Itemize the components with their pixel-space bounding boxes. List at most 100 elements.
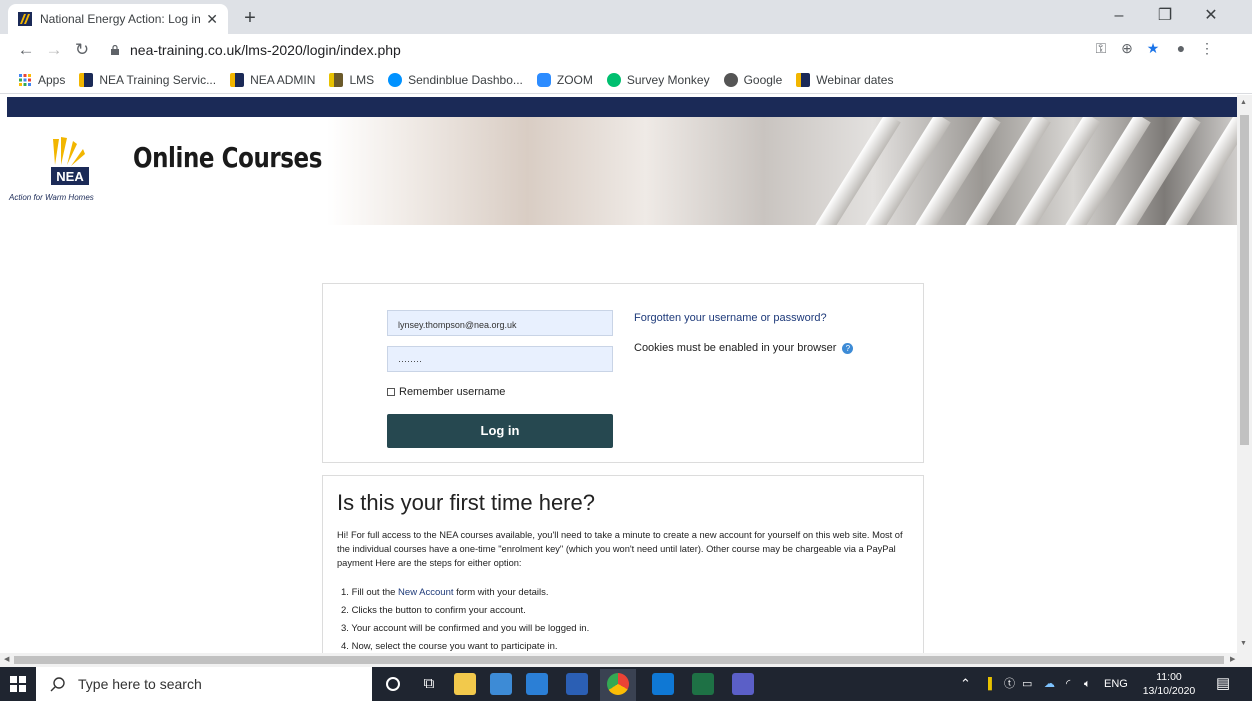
key-icon[interactable]: ⚿ [1090,40,1112,57]
wifi-icon[interactable]: ◜ [1066,667,1070,701]
header-photo [327,117,1237,225]
nea-favicon-icon [79,72,94,87]
tray-app-icon[interactable]: ▌ [988,667,996,701]
vertical-scrollbar[interactable]: ▲ ▼ [1237,95,1252,653]
page-viewport: NEA Action for Warm Homes Online Courses… [0,95,1237,653]
word-icon[interactable] [566,673,588,695]
windows-taskbar: Type here to search ⧉ ⌃ ▌ ⓣ ▭ ☁ ◜ 🔈︎ ENG… [0,667,1252,701]
tab-title: National Energy Action: Log in to [40,12,201,26]
scroll-down-icon[interactable]: ▼ [1240,640,1247,647]
file-explorer-icon[interactable] [454,673,476,695]
lms-favicon-icon [329,72,344,87]
scroll-thumb[interactable] [1240,115,1249,445]
bookmark-google[interactable]: Google [723,72,782,87]
taskbar-search[interactable]: Type here to search [36,667,372,701]
new-tab-button[interactable]: + [238,7,262,30]
zoom-icon [536,72,551,87]
username-input[interactable]: lynsey.thompson@nea.org.uk [387,310,613,336]
remember-checkbox[interactable] [387,388,395,396]
forgot-password-link[interactable]: Forgotten your username or password? [634,312,827,324]
bookmark-star-icon[interactable]: ★ [1142,40,1164,57]
password-input[interactable]: ········ [387,346,613,372]
nea-favicon-icon [796,72,811,87]
battery-icon[interactable]: ▭ [1022,667,1032,701]
browser-toolbar: ← → ↻ nea-training.co.uk/lms-2020/login/… [0,34,1252,66]
url-text: nea-training.co.uk/lms-2020/login/index.… [130,42,401,58]
volume-icon[interactable]: 🔈︎ [1084,667,1091,701]
nea-favicon-icon [18,12,32,26]
close-window-icon[interactable]: ✕ [1188,0,1234,34]
list-item: 4. Now, select the course you want to pa… [341,641,558,652]
forward-arrow-icon[interactable]: → [40,40,68,60]
teams-icon[interactable] [732,673,754,695]
taskbar-clock[interactable]: 11:00 13/10/2020 [1132,670,1206,698]
nea-logo-icon[interactable]: NEA [51,135,89,187]
notifications-icon[interactable]: ▤ [1216,667,1230,701]
outlook-icon[interactable] [652,673,674,695]
minimize-icon[interactable]: – [1096,0,1142,34]
svg-text:NEA: NEA [56,169,84,184]
tray-chevron-icon[interactable]: ⌃ [960,667,971,701]
bookmark-zoom[interactable]: ZOOM [536,72,593,87]
store-icon[interactable] [526,673,548,695]
tab-close-icon[interactable]: ✕ [206,11,218,28]
bookmark-sendinblue[interactable]: Sendinblue Dashbo... [388,72,523,87]
remember-label: Remember username [399,386,506,398]
first-time-panel: Is this your first time here? Hi! For fu… [322,475,924,653]
menu-icon[interactable]: ⋮ [1196,40,1218,57]
scroll-thumb[interactable] [14,656,1224,664]
onedrive-icon[interactable]: ☁ [1044,667,1055,701]
bookmark-lms[interactable]: LMS [329,72,374,87]
list-item: 2. Clicks the button to confirm your acc… [341,605,526,616]
bookmarks-bar: Apps NEA Training Servic... NEA ADMIN LM… [0,66,1252,94]
task-view-icon[interactable]: ⧉ [418,673,440,695]
help-icon[interactable]: ? [842,342,854,354]
excel-icon[interactable] [692,673,714,695]
zoom-icon[interactable]: ⊕ [1116,40,1138,57]
list-item: 3. Your account will be confirmed and yo… [341,623,590,634]
list-item: 1. Fill out the New Account form with yo… [341,587,549,598]
site-header: NEA Action for Warm Homes Online Courses [7,117,1237,225]
cortana-icon[interactable] [386,677,400,691]
profile-avatar-icon[interactable]: ● [1170,40,1192,56]
survey-monkey-icon [606,72,621,87]
first-time-heading: Is this your first time here? [337,490,595,515]
language-indicator[interactable]: ENG [1104,667,1128,701]
login-panel: lynsey.thompson@nea.org.uk ········ Reme… [322,283,924,463]
windows-start-icon[interactable] [0,667,36,701]
bookmark-apps[interactable]: Apps [18,73,65,87]
remember-username[interactable]: Remember username [387,386,505,398]
apps-grid-icon [19,73,31,86]
top-band [7,97,1237,117]
lock-icon [111,45,119,55]
tray-t-icon[interactable]: ⓣ [1004,667,1015,701]
first-time-intro: Hi! For full access to the NEA courses a… [337,530,903,568]
bookmark-webinar-dates[interactable]: Webinar dates [796,72,893,87]
chrome-icon[interactable] [607,673,629,695]
site-title: Online Courses [133,141,322,174]
cookies-note: Cookies must be enabled in your browser … [634,342,854,354]
login-button[interactable]: Log in [387,414,613,448]
reload-icon[interactable]: ↻ [68,40,96,60]
scroll-left-icon[interactable]: ◀ [4,655,9,663]
nea-favicon-icon [230,72,245,87]
logo-tagline: Action for Warm Homes [9,193,94,202]
scroll-right-icon[interactable]: ▶ [1230,655,1235,663]
globe-icon [723,72,738,87]
sendinblue-icon [388,72,403,87]
tab-strip: National Energy Action: Log in to ✕ + – … [0,0,1252,34]
steps-list: 1. Fill out the New Account form with yo… [341,584,589,653]
search-placeholder: Type here to search [78,676,202,692]
browser-tab[interactable]: National Energy Action: Log in to ✕ [8,4,228,34]
search-icon [50,677,65,692]
restore-icon[interactable]: ❐ [1142,0,1188,34]
scroll-up-icon[interactable]: ▲ [1240,99,1247,106]
bookmark-nea-admin[interactable]: NEA ADMIN [230,72,315,87]
new-account-link[interactable]: New Account [398,587,453,598]
horizontal-scrollbar[interactable]: ◀ ▶ [0,653,1252,667]
bookmark-nea-training[interactable]: NEA Training Servic... [79,72,216,87]
back-arrow-icon[interactable]: ← [12,40,40,60]
bookmark-survey-monkey[interactable]: Survey Monkey [606,72,710,87]
address-bar[interactable]: nea-training.co.uk/lms-2020/login/index.… [110,38,410,62]
mail-icon[interactable] [490,673,512,695]
